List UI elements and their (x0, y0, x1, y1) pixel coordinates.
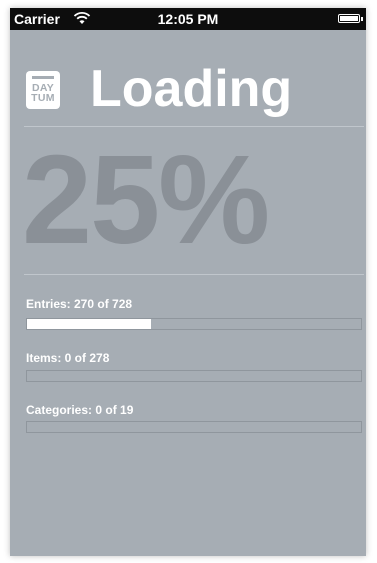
items-progress-bar (26, 370, 362, 382)
app-screen: Carrier 12:05 PM DAY TUM Loading 25% Ent… (10, 8, 366, 556)
categories-progress-label: Categories: 0 of 19 (26, 403, 134, 417)
divider (24, 126, 364, 127)
entries-progress-fill (27, 319, 151, 329)
items-progress-label: Items: 0 of 278 (26, 351, 110, 365)
divider (24, 274, 364, 275)
entries-progress-bar (26, 318, 362, 330)
entries-progress-label: Entries: 270 of 728 (26, 297, 133, 311)
daytum-logo: DAY TUM (26, 71, 60, 109)
page-title: Loading (90, 60, 293, 118)
logo-text-line2: TUM (31, 92, 55, 104)
overall-percent: 25% (22, 129, 270, 270)
battery-icon (338, 14, 363, 23)
clock: 12:05 PM (157, 11, 219, 27)
status-bar: Carrier 12:05 PM (10, 8, 366, 30)
categories-progress-bar (26, 421, 362, 433)
